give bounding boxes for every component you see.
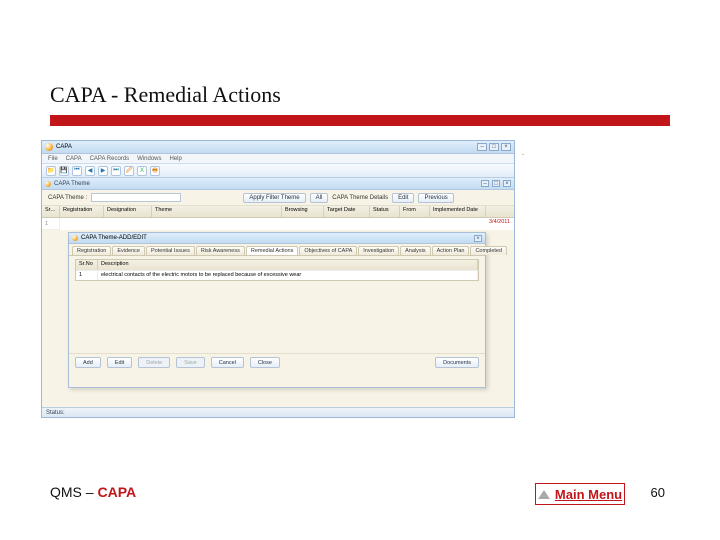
arrow-next-icon[interactable]: ▶ xyxy=(98,166,108,176)
details-label: CAPA Theme Details xyxy=(332,195,388,201)
excel-icon[interactable]: X xyxy=(137,166,147,176)
arrow-prev-icon[interactable]: ◀ xyxy=(85,166,95,176)
main-menu-label: Main Menu xyxy=(555,487,622,502)
dialog-close-button[interactable]: × xyxy=(474,235,482,242)
main-pane: CAPA Theme : Apply Filter Theme All CAPA… xyxy=(42,190,514,407)
child-icon xyxy=(45,181,51,187)
col-srno[interactable]: Sr.No xyxy=(42,206,60,217)
menu-bar: File CAPA CAPA Records Windows Help xyxy=(42,154,514,164)
app-titlebar: CAPA – □ × xyxy=(42,141,514,154)
menu-windows[interactable]: Windows xyxy=(137,156,161,162)
app-title: CAPA xyxy=(56,144,72,150)
dialog-tabs: Registration Evidence Potential Issues R… xyxy=(69,244,485,256)
grid-header: Sr.No Registration Designation Theme Bro… xyxy=(42,206,514,218)
tab-remedialactions[interactable]: Remedial Actions xyxy=(246,246,299,255)
home-up-icon xyxy=(538,490,550,499)
menu-caparecords[interactable]: CAPA Records xyxy=(90,156,130,162)
title-underline xyxy=(50,115,670,126)
previous-button[interactable]: Previous xyxy=(418,193,453,203)
app-icon xyxy=(45,143,53,151)
status-label: Status: xyxy=(46,410,65,416)
col-status[interactable]: Status xyxy=(370,206,400,217)
grid-body: 1 3/4/2011 xyxy=(42,218,514,230)
dialog-button-row: Add Edit Delete Save Cancel Close Docume… xyxy=(69,353,485,371)
menu-help[interactable]: Help xyxy=(170,156,182,162)
toolbar: 📁 💾 ⏮ ◀ ▶ ⏭ 🖉 X 🖶 xyxy=(42,164,514,178)
apply-filter-button[interactable]: Apply Filter Theme xyxy=(243,193,305,203)
filter-row: CAPA Theme : Apply Filter Theme All CAPA… xyxy=(42,190,514,206)
theme-label: CAPA Theme : xyxy=(48,195,87,201)
close-dialog-button[interactable]: Close xyxy=(250,357,280,368)
col-impldate[interactable]: Implemented Date xyxy=(430,206,486,217)
add-button[interactable]: Add xyxy=(75,357,101,368)
child-title: CAPA Theme xyxy=(54,181,90,187)
cancel-button[interactable]: Cancel xyxy=(211,357,244,368)
col-designation[interactable]: Designation xyxy=(104,206,152,217)
grid-row-num[interactable]: 1 xyxy=(42,218,60,230)
col-from[interactable]: From xyxy=(400,206,430,217)
tab-investigation[interactable]: Investigation xyxy=(358,246,399,255)
slide-title: CAPA - Remedial Actions xyxy=(50,82,281,108)
tab-analysis[interactable]: Analysis xyxy=(400,246,430,255)
tab-evidence[interactable]: Evidence xyxy=(112,246,145,255)
child-titlebar: CAPA Theme – □ × xyxy=(42,178,514,190)
tab-potentialissues[interactable]: Potential Issues xyxy=(146,246,195,255)
child-close-button[interactable]: × xyxy=(503,180,511,187)
arrow-first-icon[interactable]: ⏮ xyxy=(72,166,82,176)
col-targetdate[interactable]: Target Date xyxy=(324,206,370,217)
grid-impl-date: 3/4/2011 xyxy=(489,219,510,225)
tab-actionplan[interactable]: Action Plan xyxy=(432,246,470,255)
slide: CAPA - Remedial Actions . CAPA – □ × Fil… xyxy=(0,0,720,540)
footer-prefix: QMS – xyxy=(50,484,97,500)
page-number: 60 xyxy=(651,485,665,500)
menu-file[interactable]: File xyxy=(48,156,58,162)
tab-riskawareness[interactable]: Risk Awareness xyxy=(196,246,245,255)
main-menu-button[interactable]: Main Menu xyxy=(535,483,625,505)
print-icon[interactable]: 🖶 xyxy=(150,166,160,176)
edit-button[interactable]: Edit xyxy=(392,193,414,203)
child-maximize-button[interactable]: □ xyxy=(492,180,500,187)
save-icon[interactable]: 💾 xyxy=(59,166,69,176)
col-desc-srno[interactable]: Sr.No xyxy=(76,260,98,270)
dialog-body: Sr.No Description 1 electrical contacts … xyxy=(69,259,485,353)
child-minimize-button[interactable]: – xyxy=(481,180,489,187)
edit-icon[interactable]: 🖉 xyxy=(124,166,134,176)
dialog-icon xyxy=(72,235,78,241)
minimize-button[interactable]: – xyxy=(477,143,487,151)
col-browsing[interactable]: Browsing xyxy=(282,206,324,217)
save-button[interactable]: Save xyxy=(176,357,205,368)
desc-row-sr: 1 xyxy=(76,271,98,280)
col-theme[interactable]: Theme xyxy=(152,206,282,217)
col-registration[interactable]: Registration xyxy=(60,206,104,217)
tab-completed[interactable]: Completed xyxy=(470,246,507,255)
description-grid: Sr.No Description 1 electrical contacts … xyxy=(75,259,479,281)
close-button[interactable]: × xyxy=(501,143,511,151)
dialog-title: CAPA Theme-ADD/EDIT xyxy=(81,235,147,241)
arrow-last-icon[interactable]: ⏭ xyxy=(111,166,121,176)
tab-registration[interactable]: Registration xyxy=(72,246,111,255)
annotation-dot: . xyxy=(522,150,524,157)
folder-icon[interactable]: 📁 xyxy=(46,166,56,176)
tab-objectives[interactable]: Objectives of CAPA xyxy=(299,246,357,255)
dialog-titlebar: CAPA Theme-ADD/EDIT × xyxy=(69,233,485,244)
desc-row-text: electrical contacts of the electric moto… xyxy=(98,271,478,280)
documents-button[interactable]: Documents xyxy=(435,357,479,368)
maximize-button[interactable]: □ xyxy=(489,143,499,151)
app-window: CAPA – □ × File CAPA CAPA Records Window… xyxy=(41,140,515,418)
description-row[interactable]: 1 electrical contacts of the electric mo… xyxy=(76,270,478,280)
edit-dialog: CAPA Theme-ADD/EDIT × Registration Evide… xyxy=(68,232,486,388)
menu-capa[interactable]: CAPA xyxy=(66,156,82,162)
col-desc-description[interactable]: Description xyxy=(98,260,478,270)
theme-input[interactable] xyxy=(91,193,181,202)
footer-breadcrumb: QMS – CAPA xyxy=(50,484,136,500)
edit-desc-button[interactable]: Edit xyxy=(107,357,132,368)
delete-button[interactable]: Delete xyxy=(138,357,170,368)
status-bar: Status: xyxy=(42,407,514,417)
all-button[interactable]: All xyxy=(310,193,329,203)
footer-module: CAPA xyxy=(97,484,136,500)
